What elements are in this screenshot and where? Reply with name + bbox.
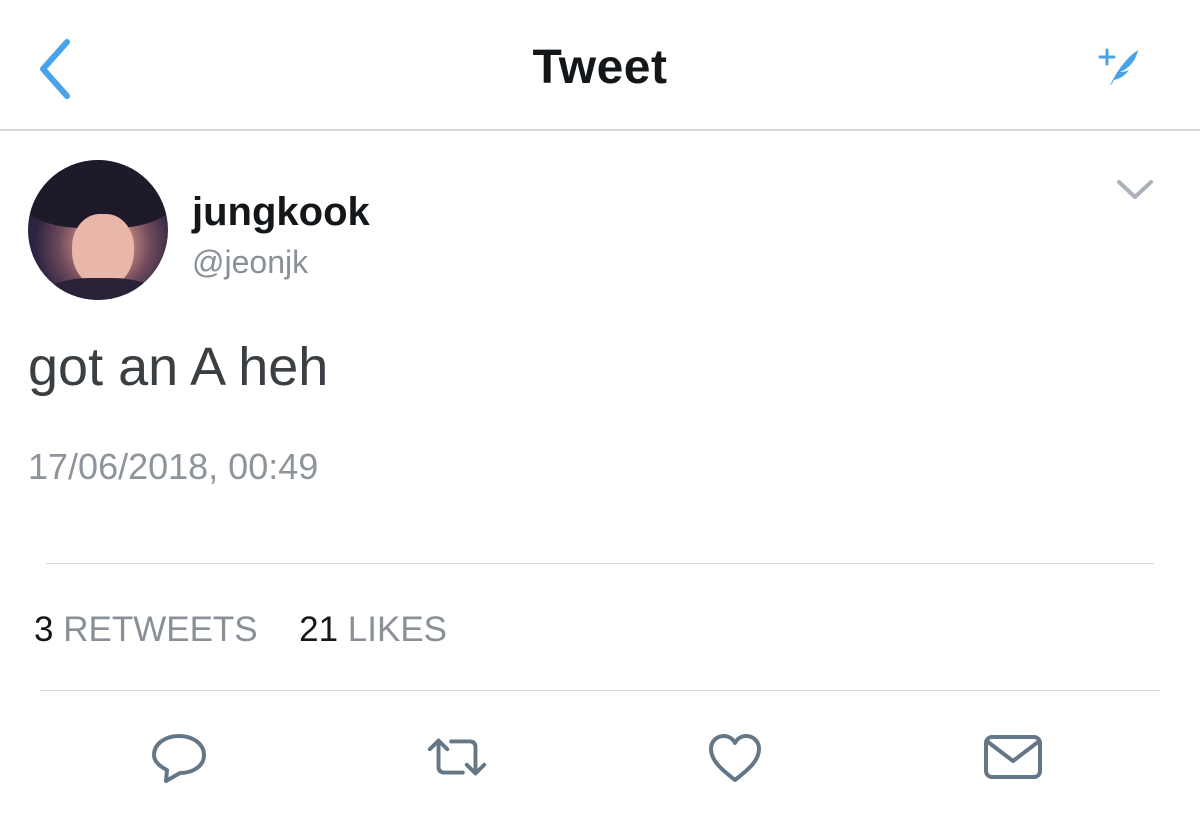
reply-button[interactable]: [144, 722, 214, 792]
author-handle[interactable]: @jeonjk: [192, 244, 308, 281]
like-button[interactable]: [700, 722, 770, 792]
compose-tweet-button[interactable]: [1088, 38, 1148, 94]
like-icon: [709, 734, 761, 782]
retweets-label: RETWEETS: [63, 610, 258, 649]
tweet-timestamp: 17/06/2018, 00:49: [28, 446, 319, 487]
author-display-name[interactable]: jungkook: [192, 190, 370, 235]
retweets-count: 3: [34, 610, 54, 649]
tweet-stats: 3 RETWEETS 21 LIKES: [34, 610, 447, 650]
tweet-detail-screen: Tweet jungkook @jeonjk got an A heh 17/0…: [0, 0, 1200, 813]
navigation-bar: Tweet: [0, 0, 1200, 131]
retweet-button[interactable]: [422, 722, 492, 792]
compose-feather-icon: [1098, 48, 1138, 86]
likes-stat[interactable]: 21 LIKES: [299, 610, 447, 649]
message-icon: [984, 735, 1042, 779]
avatar[interactable]: [28, 160, 168, 300]
tweet-options-button[interactable]: [1112, 170, 1158, 210]
divider: [40, 690, 1160, 691]
divider: [46, 563, 1154, 564]
retweets-stat[interactable]: 3 RETWEETS: [34, 610, 267, 649]
chevron-down-icon: [1117, 180, 1153, 199]
tweet-text: got an A heh: [28, 337, 329, 397]
likes-count: 21: [299, 610, 339, 649]
retweet-icon: [427, 738, 487, 776]
reply-icon: [152, 734, 206, 783]
direct-message-button[interactable]: [978, 722, 1048, 792]
page-title: Tweet: [532, 41, 668, 94]
likes-label: LIKES: [347, 610, 448, 649]
